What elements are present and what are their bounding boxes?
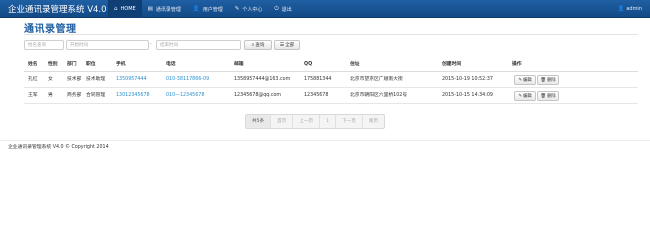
header-actions: 操作 bbox=[512, 62, 522, 67]
cell-position: 技术助理 bbox=[86, 77, 106, 82]
cell-gender: 男 bbox=[48, 93, 53, 98]
brand-title[interactable]: 企业通讯录管理系统 V4.0 bbox=[8, 3, 107, 15]
table-row: 王军 男 商务部 合同管理 13012345678 010—12345678 1… bbox=[24, 88, 638, 104]
cell-email: 1358957444@163.com bbox=[234, 77, 291, 82]
nav-home-label: HOME bbox=[120, 6, 136, 12]
cell-position: 合同管理 bbox=[86, 93, 106, 98]
header-address: 住址 bbox=[350, 62, 360, 67]
cell-qq: 12345678 bbox=[304, 93, 329, 98]
user-icon: 👤 bbox=[617, 6, 625, 12]
nav-profile-label: 个人中心 bbox=[242, 6, 263, 13]
cell-mobile-link[interactable]: 13012345678 bbox=[116, 88, 150, 104]
nav-user-management[interactable]: 👤 用户管理 bbox=[187, 0, 229, 18]
header-phone: 电话 bbox=[166, 62, 176, 67]
search-button[interactable]: ⌕ 查询 bbox=[244, 40, 272, 50]
pagination-prev[interactable]: 上一页 bbox=[293, 115, 321, 128]
header-created-time: 创建时间 bbox=[442, 62, 462, 67]
header-department: 部门 bbox=[67, 62, 77, 67]
top-navbar: 企业通讯录管理系统 V4.0 ⌂ HOME ▤ 通讯录管理 👤 用户管理 ✎ 个… bbox=[0, 0, 650, 18]
edit-icon: ✎ bbox=[518, 77, 523, 83]
header-email: 邮箱 bbox=[234, 62, 244, 67]
cell-department: 技术部 bbox=[67, 77, 82, 82]
edit-button[interactable]: ✎ 编辑 bbox=[514, 75, 536, 85]
header-mobile: 手机 bbox=[116, 62, 126, 67]
nav-user-management-label: 用户管理 bbox=[202, 6, 223, 13]
nav-home[interactable]: ⌂ HOME bbox=[108, 0, 142, 18]
footer-divider bbox=[0, 140, 650, 141]
current-user-name: admin bbox=[626, 6, 642, 12]
pagination-next[interactable]: 下一页 bbox=[336, 115, 363, 128]
cell-qq: 175881344 bbox=[304, 77, 332, 82]
delete-button-label: 删除 bbox=[547, 78, 556, 83]
cell-name: 孔红 bbox=[28, 77, 38, 82]
show-all-button-label: 全部 bbox=[285, 43, 295, 48]
title-divider bbox=[24, 34, 638, 35]
user-icon: 👤 bbox=[192, 6, 200, 12]
pagination-last[interactable]: 尾页 bbox=[363, 115, 384, 128]
cell-phone-link[interactable]: 010-38117866-09 bbox=[166, 72, 209, 88]
pagination: 共5条 首页 上一页 1 下一页 尾页 bbox=[245, 114, 386, 129]
cell-email: 12345678@qq.com bbox=[234, 93, 282, 98]
name-search-input[interactable]: 姓名查询 bbox=[24, 40, 64, 50]
nav-logout[interactable]: ⏻ 退出 bbox=[268, 0, 297, 18]
address-book-icon: ▤ bbox=[147, 6, 153, 12]
cell-gender: 女 bbox=[48, 77, 53, 82]
pagination-total: 共5条 bbox=[246, 115, 272, 128]
page-title: 通讯录管理 bbox=[24, 24, 77, 35]
delete-button[interactable]: 🗑 删除 bbox=[537, 91, 559, 101]
search-icon: ⌕ bbox=[251, 42, 255, 48]
search-button-label: 查询 bbox=[255, 43, 265, 48]
header-name: 姓名 bbox=[28, 62, 38, 67]
edit-button-label: 编辑 bbox=[523, 94, 532, 99]
list-icon: ☰ bbox=[279, 42, 285, 48]
footer-copyright: 企业通讯录管理系统 V4.0 © Copyright 2014 bbox=[8, 145, 109, 150]
table-row: 孔红 女 技术部 技术助理 1350957444 010-38117866-09… bbox=[24, 72, 638, 88]
pagination-first[interactable]: 首页 bbox=[271, 115, 294, 128]
table-header-row: 姓名 性别 部门 职位 手机 电话 邮箱 QQ 住址 创建时间 操作 bbox=[24, 58, 638, 72]
cell-created-time: 2015-10-15 14:34:09 bbox=[442, 93, 493, 98]
cell-mobile-link[interactable]: 1350957444 bbox=[116, 72, 147, 88]
edit-button[interactable]: ✎ 编辑 bbox=[514, 91, 536, 101]
logout-icon: ⏻ bbox=[274, 5, 279, 12]
pagination-current[interactable]: 1 bbox=[320, 115, 337, 128]
start-date-input[interactable]: 开始时间 bbox=[66, 40, 149, 50]
cell-created-time: 2015-10-19 10:52:37 bbox=[442, 77, 493, 82]
nav-logout-label: 退出 bbox=[281, 6, 292, 13]
cell-address: 北京市望京区广顺南大街 bbox=[350, 77, 403, 82]
header-qq: QQ bbox=[304, 62, 313, 67]
delete-button[interactable]: 🗑 删除 bbox=[537, 75, 559, 85]
cell-phone-link[interactable]: 010—12345678 bbox=[166, 88, 204, 104]
nav-address-book[interactable]: ▤ 通讯录管理 bbox=[142, 0, 187, 18]
end-date-input[interactable]: 结束时间 bbox=[156, 40, 241, 50]
date-separator: - bbox=[150, 41, 152, 47]
trash-icon: 🗑 bbox=[540, 77, 547, 83]
nav-profile[interactable]: ✎ 个人中心 bbox=[229, 0, 269, 18]
header-position: 职位 bbox=[86, 62, 96, 67]
trash-icon: 🗑 bbox=[540, 93, 547, 99]
current-user[interactable]: 👤 admin bbox=[617, 0, 642, 18]
show-all-button[interactable]: ☰ 全部 bbox=[274, 40, 300, 50]
edit-icon: ✎ bbox=[518, 93, 523, 99]
cell-address: 北京市朝阳区六里桥102号 bbox=[350, 93, 408, 98]
header-gender: 性别 bbox=[48, 62, 58, 67]
home-icon: ⌂ bbox=[114, 6, 118, 12]
edit-button-label: 编辑 bbox=[523, 78, 532, 83]
nav-menu: ⌂ HOME ▤ 通讯录管理 👤 用户管理 ✎ 个人中心 ⏻ 退出 bbox=[108, 0, 298, 18]
delete-button-label: 删除 bbox=[547, 94, 556, 99]
cell-name: 王军 bbox=[28, 93, 38, 98]
wrench-icon: ✎ bbox=[234, 6, 240, 12]
nav-address-book-label: 通讯录管理 bbox=[155, 6, 181, 13]
cell-department: 商务部 bbox=[67, 93, 82, 98]
